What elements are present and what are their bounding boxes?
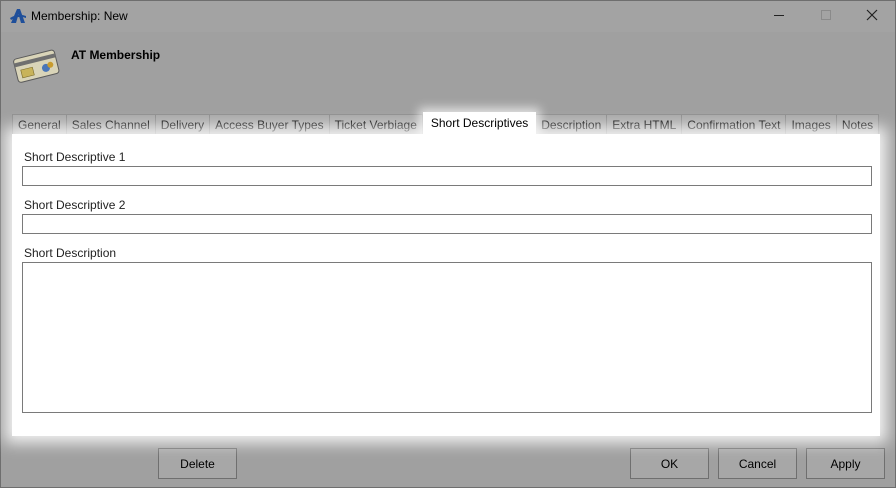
close-icon [866, 9, 878, 24]
window-title: Membership: New [31, 9, 128, 23]
membership-dialog: Membership: New AT Membership General Sa… [0, 0, 896, 488]
short-descriptives-panel: Short Descriptive 1 Short Descriptive 2 … [12, 134, 880, 436]
tab-delivery[interactable]: Delivery [155, 114, 211, 134]
delete-button[interactable]: Delete [158, 448, 237, 479]
header-title: AT Membership [71, 48, 161, 62]
tab-general[interactable]: General [12, 114, 67, 134]
short-description-textarea[interactable] [22, 262, 872, 413]
short-descriptive-2-input[interactable] [22, 214, 872, 234]
tab-images[interactable]: Images [786, 114, 837, 134]
close-button[interactable] [849, 1, 895, 32]
title-bar[interactable]: Membership: New [1, 1, 895, 32]
minimize-icon [773, 9, 785, 24]
short-descriptive-2-label: Short Descriptive 2 [24, 198, 126, 212]
maximize-button[interactable] [803, 1, 849, 32]
maximize-icon [820, 9, 832, 24]
tab-ticket-verbiage[interactable]: Ticket Verbiage [329, 114, 423, 134]
tab-short-descriptives[interactable]: Short Descriptives [422, 112, 537, 134]
minimize-button[interactable] [756, 1, 802, 32]
tab-sales-channel[interactable]: Sales Channel [66, 114, 156, 134]
short-descriptive-1-label: Short Descriptive 1 [24, 150, 126, 164]
short-descriptive-1-input[interactable] [22, 166, 872, 186]
apply-button[interactable]: Apply [806, 448, 885, 479]
tab-notes[interactable]: Notes [836, 114, 880, 134]
short-description-label: Short Description [24, 246, 117, 260]
dialog-header: AT Membership [1, 32, 895, 102]
tab-strip: General Sales Channel Delivery Access Bu… [12, 112, 880, 134]
cancel-button[interactable]: Cancel [718, 448, 797, 479]
tab-access-buyer-types[interactable]: Access Buyer Types [210, 114, 330, 134]
tab-confirmation-text[interactable]: Confirmation Text [682, 114, 787, 134]
tab-extra-html[interactable]: Extra HTML [607, 114, 683, 134]
ok-button[interactable]: OK [630, 448, 709, 479]
app-logo-icon [9, 7, 27, 25]
tab-description[interactable]: Description [536, 114, 608, 134]
membership-card-icon [11, 46, 63, 84]
